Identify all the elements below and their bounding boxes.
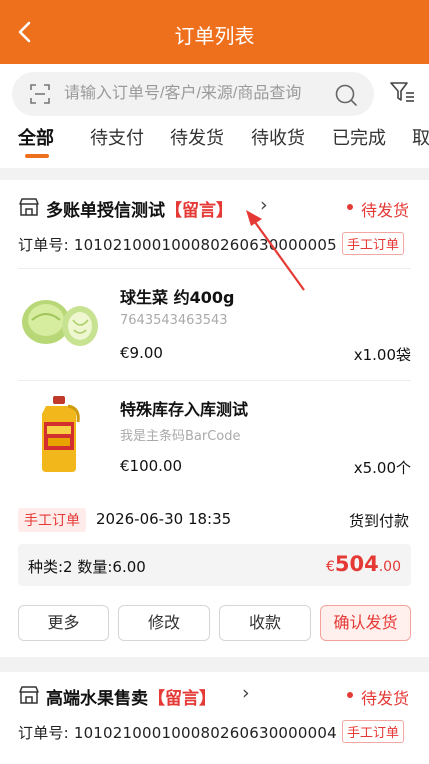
divider [18, 268, 411, 269]
order-number: 订单号: 101021000100080260630000005 [18, 236, 337, 254]
divider [18, 380, 411, 381]
total-integer: 504 [334, 552, 379, 576]
order-card[interactable]: 多账单授信测试【留言】 › 待发货 订单号: 10102100010008026… [0, 180, 429, 657]
product-price: €9.00 [120, 344, 163, 362]
total-currency: € [325, 559, 335, 575]
confirm-shipment-button[interactable]: 确认发货 [320, 605, 411, 641]
order-status: 待发货 [360, 689, 409, 708]
product-name: 特殊库存入库测试 [120, 400, 249, 419]
note-tag[interactable]: 【留言】 [148, 689, 216, 709]
active-tab-indicator [25, 154, 49, 158]
total-decimal: .00 [378, 559, 401, 575]
order-card[interactable]: 高端水果售卖【留言】 › 待发货 订单号: 101021000100080260… [0, 672, 429, 764]
status-dot [347, 204, 353, 210]
product-code: 我是主条码BarCode [120, 429, 241, 444]
tab-cancelled-partial[interactable]: 取 [412, 124, 429, 150]
lettuce-image[interactable] [18, 280, 100, 362]
edit-button[interactable]: 修改 [118, 605, 210, 641]
shop-name-text: 高端水果售卖 [46, 689, 148, 709]
search-input[interactable] [64, 82, 330, 106]
search-icon[interactable] [334, 83, 358, 107]
search-box[interactable] [12, 72, 374, 116]
status-dot [347, 692, 353, 698]
order-number: 订单号: 101021000100080260630000004 [18, 724, 337, 742]
summary-counts: 种类:2 数量:6.00 [28, 558, 146, 576]
shop-name[interactable]: 多账单授信测试【留言】 [46, 196, 233, 221]
tab-pending-payment[interactable]: 待支付 [90, 124, 144, 150]
status-tabs: 全部 待支付 待发货 待收货 已完成 取 [0, 116, 429, 168]
more-button[interactable]: 更多 [18, 605, 109, 641]
product-name: 球生菜 约400g [120, 288, 235, 307]
order-total: €504.00 [326, 552, 401, 576]
order-status: 待发货 [360, 201, 409, 220]
product-code: 7643543463543 [120, 313, 228, 328]
page-title: 订单列表 [174, 24, 255, 48]
manual-order-tag: 手工订单 [342, 720, 405, 743]
order-time: 2026-06-30 18:35 [96, 510, 232, 528]
tab-pending-receipt[interactable]: 待收货 [251, 124, 305, 150]
collect-payment-button[interactable]: 收款 [219, 605, 311, 641]
tab-all[interactable]: 全部 [18, 124, 54, 150]
shop-name[interactable]: 高端水果售卖【留言】 [46, 684, 216, 709]
manual-order-tag: 手工订单 [342, 232, 405, 255]
store-icon [19, 198, 39, 216]
tab-completed[interactable]: 已完成 [332, 124, 386, 150]
note-tag[interactable]: 【留言】 [165, 201, 233, 221]
product-quantity: x5.00个 [353, 459, 411, 477]
chevron-right-icon[interactable]: › [242, 682, 250, 704]
tab-pending-shipment[interactable]: 待发货 [170, 124, 224, 150]
payment-method: 货到付款 [348, 512, 409, 530]
product-quantity: x1.00袋 [353, 346, 411, 364]
order-summary: 种类:2 数量:6.00 €504.00 [18, 544, 411, 586]
scan-icon[interactable] [30, 84, 50, 104]
product-price: €100.00 [120, 457, 183, 475]
order-type-pill: 手工订单 [18, 508, 86, 532]
search-bar [0, 64, 429, 122]
filter-icon[interactable] [388, 78, 416, 106]
oil-bottle-image[interactable] [18, 392, 100, 474]
chevron-right-icon[interactable]: › [260, 194, 268, 216]
store-icon [19, 686, 39, 704]
app-header: 订单列表 [0, 0, 429, 64]
shop-name-text: 多账单授信测试 [46, 201, 165, 221]
